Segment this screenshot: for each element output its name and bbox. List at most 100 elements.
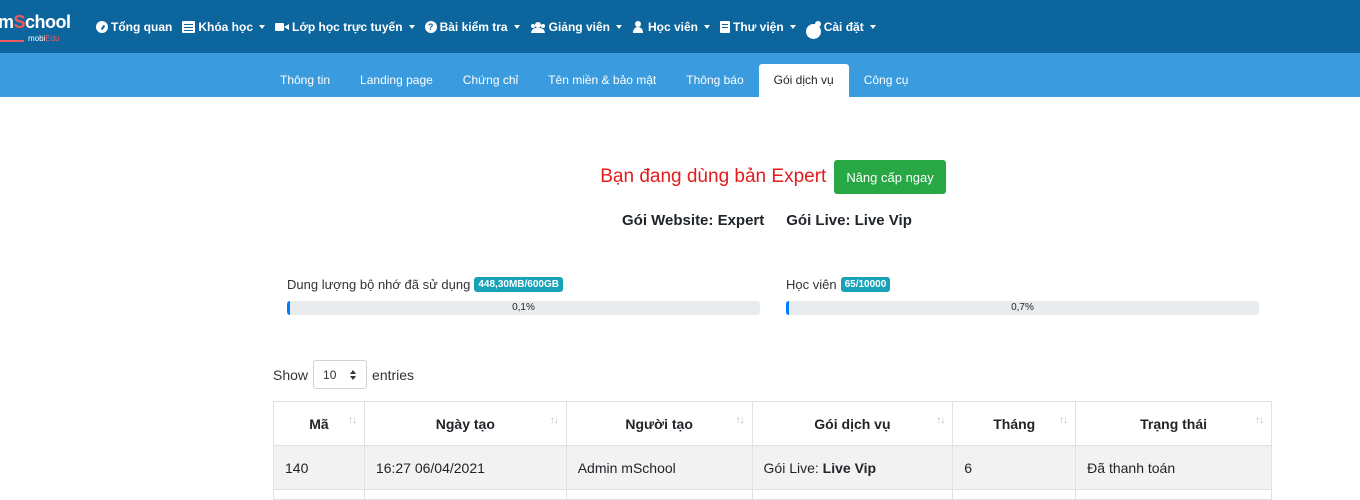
select-arrows-icon [350, 370, 357, 380]
column-header-label: Trạng thái [1140, 415, 1208, 432]
brand-name-highlight: S [13, 12, 26, 32]
brand-sub-prefix: mobi [28, 34, 46, 43]
column-header-ma[interactable]: Mã ↑↓ [273, 401, 365, 446]
menu-item-label: Bài kiểm tra [439, 19, 508, 34]
menu-item-thu-vien[interactable]: Thư viện [719, 19, 796, 34]
menu-item-lop-hoc-truc-tuyen[interactable]: Lớp học trực tuyến [275, 20, 415, 34]
package-info: Gói Website: Expert Gói Live: Live Vip [622, 212, 934, 229]
main-menu: Tổng quan Khóa học Lớp học trực tuyến ? … [96, 0, 886, 53]
cell-goi-dich-vu: Gói Live: Live Vip [751, 445, 954, 490]
caret-down-icon [615, 24, 622, 29]
storage-progress-bar: 0,1% [287, 301, 760, 315]
cell-goi-value: Live Vip [822, 459, 877, 476]
caret-down-icon [703, 24, 710, 29]
storage-label: Dung lượng bộ nhớ đã sử dụng [287, 277, 471, 292]
students-badge: 65/10000 [840, 277, 891, 292]
sort-arrows-icon: ↑↓ [1059, 415, 1068, 426]
storage-label-row: Dung lượng bộ nhớ đã sử dụng 448,30MB/60… [287, 277, 760, 292]
column-header-goi-dich-vu[interactable]: Gói dịch vụ ↑↓ [751, 401, 954, 446]
brand-name: mSchool [0, 12, 71, 33]
cell-thang: 6 [952, 445, 1077, 490]
sort-arrows-icon: ↑↓ [735, 415, 745, 426]
caret-down-icon [789, 24, 796, 29]
storage-badge: 448,30MB/600GB [474, 277, 563, 292]
brand-logo[interactable]: mSchool mobiEdu [0, 0, 84, 53]
live-package: Gói Live: Live Vip [786, 212, 912, 229]
brand-name-prefix: m [0, 12, 14, 32]
brand-name-suffix: chool [25, 12, 71, 32]
table-row [273, 489, 1272, 500]
sort-arrows-icon: ↑↓ [1255, 415, 1264, 426]
sort-arrows-icon: ↑↓ [936, 415, 945, 426]
menu-item-hoc-vien[interactable]: Học viên [632, 20, 710, 34]
subscriptions-table: Mã ↑↓ Ngày tạo ↑↓ Người tạo ↑↓ Gói dịch vụ ↑… [273, 401, 1272, 500]
upgrade-button[interactable]: Nâng cấp ngay [834, 160, 946, 194]
menu-item-tong-quan[interactable]: Tổng quan [96, 20, 172, 34]
brand-underline [0, 40, 24, 42]
brand-subtitle: mobiEdu [28, 34, 60, 43]
caret-down-icon [513, 24, 520, 29]
settings-tabs: Thông tin Landing page Chứng chỉ Tên miề… [265, 64, 923, 97]
entries-select[interactable]: 10 [313, 360, 368, 389]
table-length-control: Show 10 entries [273, 360, 414, 389]
menu-item-label: Khóa học [198, 19, 253, 34]
dashboard-icon [96, 20, 108, 33]
users-icon [530, 21, 546, 33]
sort-arrows-icon: ↑↓ [347, 415, 357, 426]
tab-thong-tin[interactable]: Thông tin [265, 64, 345, 97]
top-navbar: mSchool mobiEdu Tổng quan Khóa học Lớp h… [0, 0, 1360, 53]
students-progress-text: 0,7% [1011, 302, 1034, 313]
website-package: Gói Website: Expert [622, 212, 765, 229]
menu-item-khoa-hoc[interactable]: Khóa học [182, 20, 265, 34]
cell-nguoi-tao: Admin mSchool [565, 445, 753, 490]
show-label: Show [273, 366, 309, 383]
caret-down-icon [259, 24, 265, 29]
students-label-row: Học viên 65/10000 [786, 277, 1259, 292]
tab-chung-chi[interactable]: Chứng chỉ [448, 64, 533, 97]
table-row: 140 16:27 06/04/2021 Admin mSchool Gói L… [273, 445, 1272, 490]
tab-goi-dich-vu[interactable]: Gói dịch vụ [758, 64, 849, 97]
caret-down-icon [408, 24, 415, 29]
current-plan-row: Bạn đang dùng bản Expert Nâng cấp ngay [0, 160, 1360, 194]
menu-item-cai-dat[interactable]: Cài đặt [805, 19, 876, 39]
brand-sub-highlight: Edu [45, 34, 60, 43]
cell-trang-thai: Đã thanh toán [1075, 445, 1272, 490]
cell-ngay-tao: 16:27 06/04/2021 [363, 445, 567, 490]
table-header-row: Mã ↑↓ Ngày tạo ↑↓ Người tạo ↑↓ Gói dịch vụ ↑… [273, 401, 1272, 446]
students-progress-bar: 0,7% [786, 301, 1259, 315]
menu-item-label: Cài đặt [823, 19, 864, 34]
students-label: Học viên [786, 277, 837, 292]
question-circle-icon: ? [424, 20, 437, 33]
menu-item-bai-kiem-tra[interactable]: ? Bài kiểm tra [424, 19, 520, 34]
column-header-label: Ngày tạo [435, 415, 495, 432]
current-plan-text: Bạn đang dùng bản Expert [600, 166, 827, 187]
column-header-ngay-tao[interactable]: Ngày tạo ↑↓ [363, 401, 567, 446]
sort-arrows-icon: ↑↓ [549, 415, 559, 426]
menu-item-label: Lớp học trực tuyến [292, 19, 403, 34]
column-header-nguoi-tao[interactable]: Người tạo ↑↓ [565, 401, 753, 446]
column-header-label: Người tạo [625, 415, 693, 432]
user-icon [632, 20, 645, 33]
video-icon [275, 21, 289, 33]
students-usage: Học viên 65/10000 0,7% [786, 277, 1259, 315]
cell-goi-prefix: Gói Live: [763, 459, 823, 476]
cell-ma: 140 [273, 445, 365, 490]
column-header-thang[interactable]: Tháng ↑↓ [952, 401, 1077, 446]
menu-item-label: Tổng quan [111, 19, 173, 34]
cogs-icon [805, 20, 821, 39]
tab-thong-bao[interactable]: Thông báo [671, 64, 758, 97]
book-icon [719, 20, 730, 33]
column-header-label: Tháng [993, 415, 1036, 432]
menu-item-label: Học viên [647, 19, 698, 34]
menu-item-label: Giảng viên [548, 19, 610, 34]
tab-cong-cu[interactable]: Công cụ [849, 64, 924, 97]
tab-ten-mien-bao-mat[interactable]: Tên miền & bảo mật [533, 64, 671, 97]
entries-select-value: 10 [323, 368, 337, 382]
tab-landing-page[interactable]: Landing page [345, 64, 448, 97]
menu-item-label: Thư viện [732, 19, 784, 34]
column-header-trang-thai[interactable]: Trạng thái ↑↓ [1075, 401, 1272, 446]
list-icon [182, 20, 196, 33]
column-header-label: Gói dịch vụ [814, 415, 891, 432]
entries-label: entries [372, 366, 415, 383]
menu-item-giang-vien[interactable]: Giảng viên [530, 20, 622, 34]
